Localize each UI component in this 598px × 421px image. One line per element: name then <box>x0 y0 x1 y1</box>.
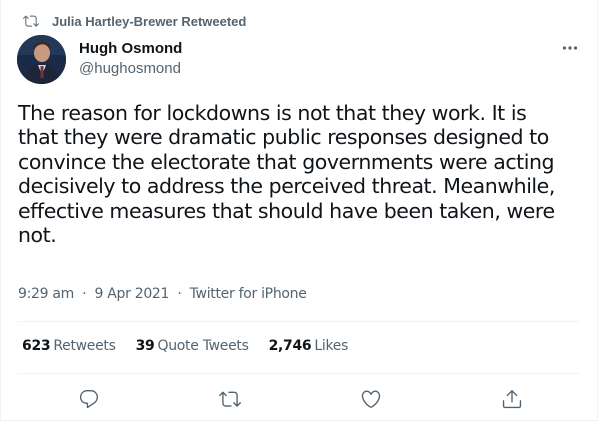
share-button[interactable] <box>497 384 527 414</box>
divider <box>18 321 580 322</box>
like-icon <box>361 390 381 408</box>
retweets-label: Retweets <box>53 338 116 354</box>
likes-label: Likes <box>314 338 349 354</box>
tweet-card: Julia Hartley-Brewer Retweeted Hugh Osmo… <box>0 0 598 421</box>
likes-count: 2,746 <box>268 338 312 354</box>
reply-icon <box>79 390 99 409</box>
retweets-stat[interactable]: 623 Retweets <box>22 338 116 354</box>
tweet-text: The reason for lockdowns is not that the… <box>18 101 555 248</box>
tweet-time[interactable]: 9:29 am <box>18 286 74 302</box>
retweets-count: 623 <box>22 338 51 354</box>
engagement-stats: 623 Retweets 39 Quote Tweets 2,746 Likes <box>22 338 368 354</box>
retweet-icon <box>23 13 39 29</box>
retweeted-by-text: Julia Hartley-Brewer Retweeted <box>52 13 247 29</box>
tweet-date[interactable]: 9 Apr 2021 <box>94 286 169 302</box>
avatar[interactable] <box>17 35 66 84</box>
more-options-icon[interactable] <box>561 41 579 55</box>
share-icon <box>502 390 522 409</box>
like-button[interactable] <box>356 384 386 414</box>
tweet-source[interactable]: Twitter for iPhone <box>190 286 307 302</box>
tweet-meta: 9:29 am · 9 Apr 2021 · Twitter for iPhon… <box>18 286 307 302</box>
retweet-button[interactable] <box>215 384 245 414</box>
quote-tweets-label: Quote Tweets <box>157 338 249 354</box>
author-name[interactable]: Hugh Osmond <box>79 39 182 59</box>
reply-button[interactable] <box>74 384 104 414</box>
author-block[interactable]: Hugh Osmond @hughosmond <box>79 39 182 79</box>
retweeted-by-banner[interactable]: Julia Hartley-Brewer Retweeted <box>23 11 246 31</box>
author-handle[interactable]: @hughosmond <box>79 59 182 79</box>
action-bar <box>18 384 580 414</box>
meta-separator: · <box>82 286 87 302</box>
retweet-icon <box>219 391 241 407</box>
meta-separator: · <box>177 286 182 302</box>
quote-tweets-stat[interactable]: 39 Quote Tweets <box>136 338 249 354</box>
quote-tweets-count: 39 <box>135 338 155 354</box>
likes-stat[interactable]: 2,746 Likes <box>269 338 349 354</box>
divider <box>18 373 580 374</box>
